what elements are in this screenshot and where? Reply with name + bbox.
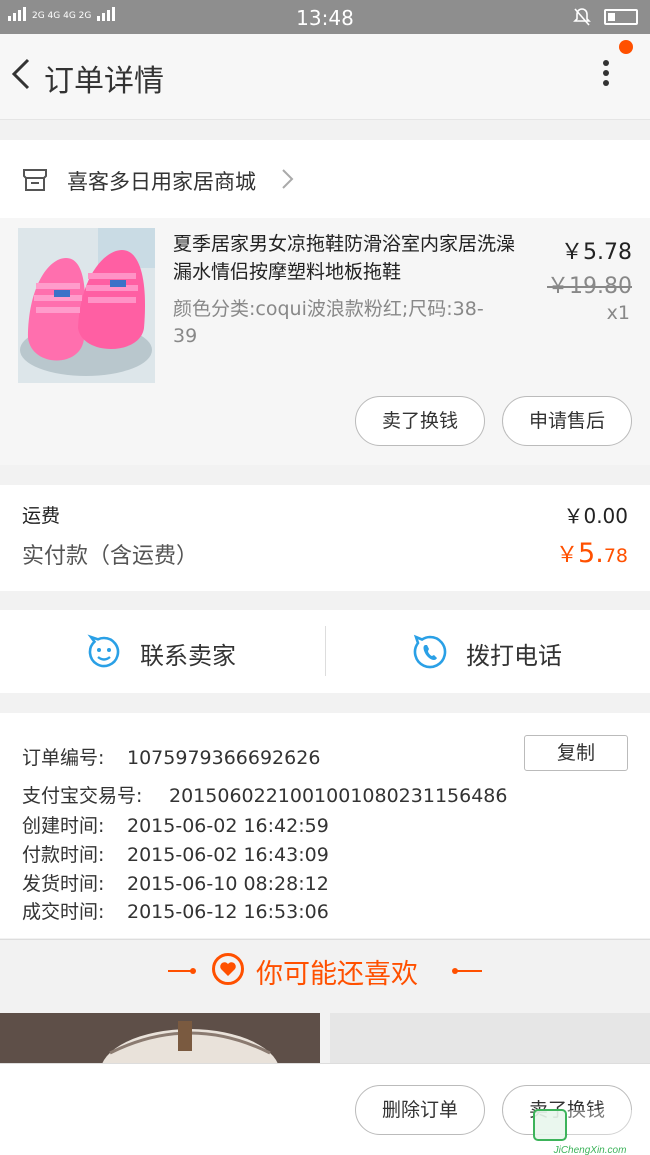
delete-order-button[interactable]: 删除订单 bbox=[355, 1085, 485, 1135]
order-number-row: 订单编号: 1075979366692626 bbox=[22, 743, 320, 770]
store-name: 喜客多日用家居商城 bbox=[67, 170, 256, 194]
chevron-right-icon bbox=[280, 168, 294, 196]
contact-seller-button[interactable]: 联系卖家 bbox=[0, 610, 325, 693]
contact-seller-label: 联系卖家 bbox=[140, 642, 236, 670]
recommend-label: 你可能还喜欢 bbox=[256, 959, 418, 990]
recommend-item-image[interactable] bbox=[330, 1013, 650, 1065]
page-title: 订单详情 bbox=[44, 64, 164, 99]
product-thumbnail[interactable] bbox=[18, 228, 155, 383]
created-time-row: 创建时间: 2015-06-02 16:42:59 bbox=[22, 811, 329, 838]
divider-dot bbox=[190, 968, 196, 974]
completed-time-key: 成交时间: bbox=[22, 901, 105, 923]
contact-bar: 联系卖家 拨打电话 bbox=[0, 610, 650, 693]
order-number-key: 订单编号: bbox=[22, 747, 105, 769]
paid-amount-integer: 5. bbox=[578, 538, 604, 569]
status-time: 13:48 bbox=[296, 6, 354, 30]
shipping-value: ￥0.00 bbox=[563, 504, 628, 528]
paid-amount: ￥5.78 bbox=[556, 537, 628, 569]
paid-time-row: 付款时间: 2015-06-02 16:43:09 bbox=[22, 840, 329, 867]
product-price: ￥5.78 bbox=[561, 240, 632, 265]
alipay-trade-key: 支付宝交易号: bbox=[22, 785, 143, 807]
shipped-time-row: 发货时间: 2015-06-10 08:28:12 bbox=[22, 869, 329, 896]
product-original-price: ￥19.80 bbox=[547, 274, 632, 299]
copy-button[interactable]: 复制 bbox=[524, 735, 628, 771]
battery-icon bbox=[604, 9, 638, 25]
product-quantity: x1 bbox=[606, 302, 630, 324]
alipay-trade-row: 支付宝交易号: 2015060221001001080231156486 bbox=[22, 781, 507, 808]
sell-for-cash-button[interactable]: 卖了换钱 bbox=[355, 396, 485, 446]
product-name[interactable]: 夏季居家男女凉拖鞋防滑浴室内家居洗澡漏水情侣按摩塑料地板拖鞋 bbox=[173, 230, 528, 286]
chat-face-icon bbox=[86, 634, 122, 670]
created-time-value: 2015-06-02 16:42:59 bbox=[127, 815, 329, 837]
recommend-item-image[interactable] bbox=[0, 1013, 320, 1065]
phone-icon bbox=[412, 634, 448, 670]
after-sale-button[interactable]: 申请售后 bbox=[502, 396, 632, 446]
completed-time-row: 成交时间: 2015-06-12 16:53:06 bbox=[22, 897, 329, 924]
call-phone-label: 拨打电话 bbox=[466, 642, 562, 670]
heart-icon bbox=[212, 953, 244, 985]
shipped-time-value: 2015-06-10 08:28:12 bbox=[127, 873, 329, 895]
paid-amount-decimal: 78 bbox=[603, 545, 628, 567]
product-spec: 颜色分类:coqui波浪款粉红;尺码:38-39 bbox=[173, 298, 484, 347]
back-icon[interactable] bbox=[8, 54, 38, 94]
paid-currency: ￥ bbox=[556, 543, 579, 568]
created-time-key: 创建时间: bbox=[22, 815, 105, 837]
nav-bar: 订单详情 bbox=[0, 34, 650, 120]
alipay-trade-value: 2015060221001001080231156486 bbox=[169, 785, 508, 807]
store-icon bbox=[22, 166, 48, 196]
call-phone-button[interactable]: 拨打电话 bbox=[326, 610, 650, 693]
paid-time-key: 付款时间: bbox=[22, 844, 105, 866]
order-number-value: 1075979366692626 bbox=[127, 747, 321, 769]
product-item[interactable]: 夏季居家男女凉拖鞋防滑浴室内家居洗澡漏水情侣按摩塑料地板拖鞋 颜色分类:coqu… bbox=[0, 218, 650, 465]
mute-bell-icon bbox=[572, 7, 592, 32]
paid-label: 实付款（含运费） bbox=[22, 544, 199, 569]
watermark-logo: JiChengXin.com bbox=[532, 1104, 650, 1155]
status-bar: 2G 4G 4G 2G 13:48 bbox=[0, 0, 650, 34]
shipped-time-key: 发货时间: bbox=[22, 873, 105, 895]
store-row[interactable]: 喜客多日用家居商城 bbox=[0, 140, 650, 218]
shipping-label: 运费 bbox=[22, 505, 61, 527]
recommend-list bbox=[0, 1013, 650, 1065]
fee-summary: 运费 ￥0.00 实付款（含运费） ￥5.78 bbox=[0, 485, 650, 591]
divider bbox=[456, 970, 482, 972]
more-menu-icon[interactable] bbox=[592, 56, 620, 96]
notification-dot bbox=[619, 40, 633, 54]
paid-time-value: 2015-06-02 16:43:09 bbox=[127, 844, 329, 866]
order-info: 订单编号: 1075979366692626 复制 支付宝交易号: 20150602… bbox=[0, 713, 650, 938]
recommend-header: 你可能还喜欢 bbox=[0, 939, 650, 1001]
watermark-text: JiChengXin.com bbox=[553, 1145, 627, 1155]
completed-time-value: 2015-06-12 16:53:06 bbox=[127, 901, 329, 923]
